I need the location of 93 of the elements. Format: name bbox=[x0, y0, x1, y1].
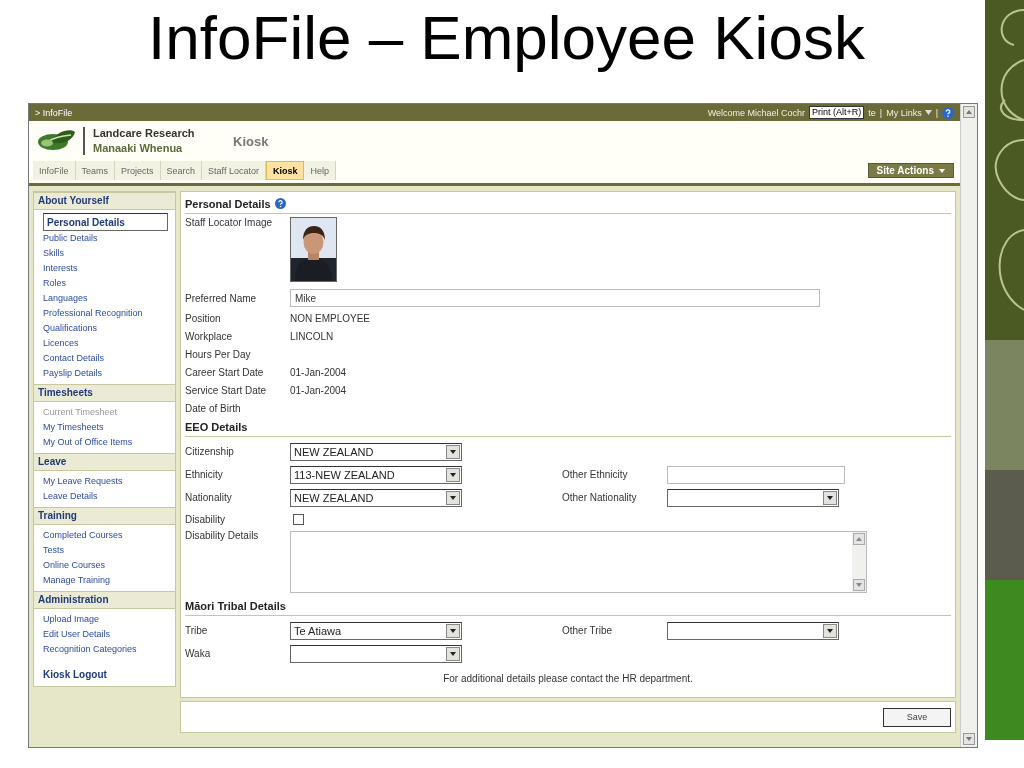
site-actions-button[interactable]: Site Actions bbox=[867, 163, 954, 178]
sidebar-link[interactable]: Manage Training bbox=[43, 573, 111, 588]
sidebar-link[interactable]: Professional Recognition bbox=[43, 306, 143, 321]
field-label: Position bbox=[185, 312, 222, 324]
dropdown[interactable] bbox=[667, 621, 839, 640]
brand-name: Manaaki Whenua bbox=[93, 141, 184, 156]
sidebar-link[interactable]: Payslip Details bbox=[43, 366, 103, 381]
field-label: Other Tribe bbox=[562, 625, 614, 636]
field-label: Disability bbox=[185, 514, 226, 525]
sidebar-link[interactable]: Roles bbox=[43, 276, 66, 291]
field-value: 01-Jan-2004 bbox=[290, 384, 347, 396]
sidebar-link[interactable]: My Out of Office Items bbox=[43, 435, 133, 450]
section-heading: EEO Details bbox=[185, 420, 248, 433]
sidebar-link[interactable]: Skills bbox=[43, 246, 64, 261]
nav-tab[interactable]: Teams bbox=[75, 161, 116, 180]
field-label: Workplace bbox=[185, 330, 234, 342]
checkbox[interactable] bbox=[293, 514, 304, 525]
sidebar-link[interactable]: Completed Courses bbox=[43, 528, 123, 543]
field-label: Citizenship bbox=[185, 446, 235, 457]
sidebar-link[interactable]: Tests bbox=[43, 543, 64, 558]
nav-tab[interactable]: Staff Locator bbox=[202, 161, 266, 180]
sidebar-link[interactable]: Leave Details bbox=[43, 489, 98, 504]
field-value: NON EMPLOYEE bbox=[290, 312, 371, 324]
field-label: Nationality bbox=[185, 492, 233, 503]
sidebar-link[interactable]: Recognition Categories bbox=[43, 642, 137, 657]
sidebar-heading: Training bbox=[34, 507, 175, 525]
field-label: Career Start Date bbox=[185, 366, 265, 378]
sidebar-link[interactable]: Personal Details bbox=[43, 213, 168, 231]
sidebar-heading: Administration bbox=[34, 591, 175, 609]
text-field[interactable] bbox=[667, 465, 845, 484]
welcome-text: te bbox=[868, 107, 876, 118]
separator: | bbox=[935, 107, 938, 118]
sidebar-link[interactable]: Public Details bbox=[43, 231, 98, 246]
scroll-down-button[interactable] bbox=[853, 579, 865, 591]
help-icon[interactable] bbox=[942, 106, 954, 119]
sidebar-link[interactable]: Qualifications bbox=[43, 321, 98, 336]
sidebar-heading: Timesheets bbox=[34, 384, 175, 402]
separator: | bbox=[879, 107, 883, 118]
sidebar-link[interactable]: Contact Details bbox=[43, 351, 105, 366]
field-value: 01-Jan-2004 bbox=[290, 366, 347, 378]
nav-tab[interactable]: Search bbox=[160, 161, 203, 180]
sidebar-link[interactable]: Interests bbox=[43, 261, 78, 276]
dropdown[interactable] bbox=[290, 644, 462, 663]
welcome-text: Welcome Michael Cochr bbox=[707, 107, 805, 118]
text-field[interactable]: Mike bbox=[290, 289, 820, 307]
dropdown[interactable]: Te Atiawa bbox=[290, 621, 462, 640]
tooltip: Print (Alt+R) bbox=[809, 106, 865, 119]
logout-link[interactable]: Kiosk Logout bbox=[43, 669, 107, 680]
scroll-up-button[interactable] bbox=[853, 533, 865, 545]
sidebar-link[interactable]: Edit User Details bbox=[43, 627, 111, 642]
field-label: Ethnicity bbox=[185, 469, 224, 480]
field-label: Hours Per Day bbox=[185, 348, 252, 360]
section-heading: Māori Tribal Details bbox=[185, 599, 286, 612]
sidebar-heading: About Yourself bbox=[34, 192, 175, 210]
caret-icon bbox=[924, 110, 932, 115]
save-button[interactable]: Save bbox=[883, 707, 951, 727]
sidebar-link[interactable]: Licences bbox=[43, 336, 79, 351]
scrollbar[interactable] bbox=[960, 104, 977, 747]
help-icon[interactable] bbox=[274, 198, 286, 209]
section-heading: Personal Details bbox=[185, 197, 271, 210]
dropdown[interactable]: NEW ZEALAND bbox=[290, 442, 462, 461]
field-label: Date of Birth bbox=[185, 402, 242, 414]
scroll-up-button[interactable] bbox=[963, 106, 975, 118]
field-label: Service Start Date bbox=[185, 384, 268, 396]
field-label: Other Nationality bbox=[562, 492, 638, 503]
sidebar-link[interactable]: Upload Image bbox=[43, 612, 100, 627]
sidebar-link[interactable]: My Timesheets bbox=[43, 420, 104, 435]
field-label: Other Ethnicity bbox=[562, 469, 629, 480]
nav-tab[interactable]: Help bbox=[304, 161, 336, 180]
breadcrumb-link[interactable]: > InfoFile bbox=[35, 107, 73, 118]
scroll-down-button[interactable] bbox=[963, 733, 975, 745]
nav-tab[interactable]: Projects bbox=[115, 161, 161, 180]
nav-tab[interactable]: Kiosk bbox=[265, 161, 305, 180]
page-title: Kiosk bbox=[233, 133, 269, 149]
field-value: LINCOLN bbox=[290, 330, 334, 342]
slide-title: InfoFile – Employee Kiosk bbox=[147, 2, 866, 74]
sidebar-link[interactable]: Languages bbox=[43, 291, 88, 306]
dropdown[interactable]: NEW ZEALAND bbox=[290, 488, 462, 507]
field-label: Staff Locator Image bbox=[185, 217, 274, 228]
brand-name: Landcare Research bbox=[93, 126, 196, 141]
caret-icon bbox=[939, 168, 945, 173]
field-label: Tribe bbox=[185, 625, 209, 636]
field-label: Preferred Name bbox=[185, 292, 258, 304]
field-label: Disability Details bbox=[185, 530, 260, 541]
dropdown[interactable] bbox=[667, 488, 839, 507]
sidebar-link[interactable]: Online Courses bbox=[43, 558, 106, 573]
info-note: For additional details please contact the HR department. bbox=[442, 673, 694, 684]
sidebar-heading: Leave bbox=[34, 453, 175, 471]
dropdown[interactable]: 113-NEW ZEALAND bbox=[290, 465, 462, 484]
my-links-menu[interactable]: My Links bbox=[886, 107, 932, 118]
field-label: Waka bbox=[185, 648, 212, 659]
sidebar-link[interactable]: My Leave Requests bbox=[43, 474, 123, 489]
nav-tab[interactable]: InfoFile bbox=[33, 161, 76, 180]
